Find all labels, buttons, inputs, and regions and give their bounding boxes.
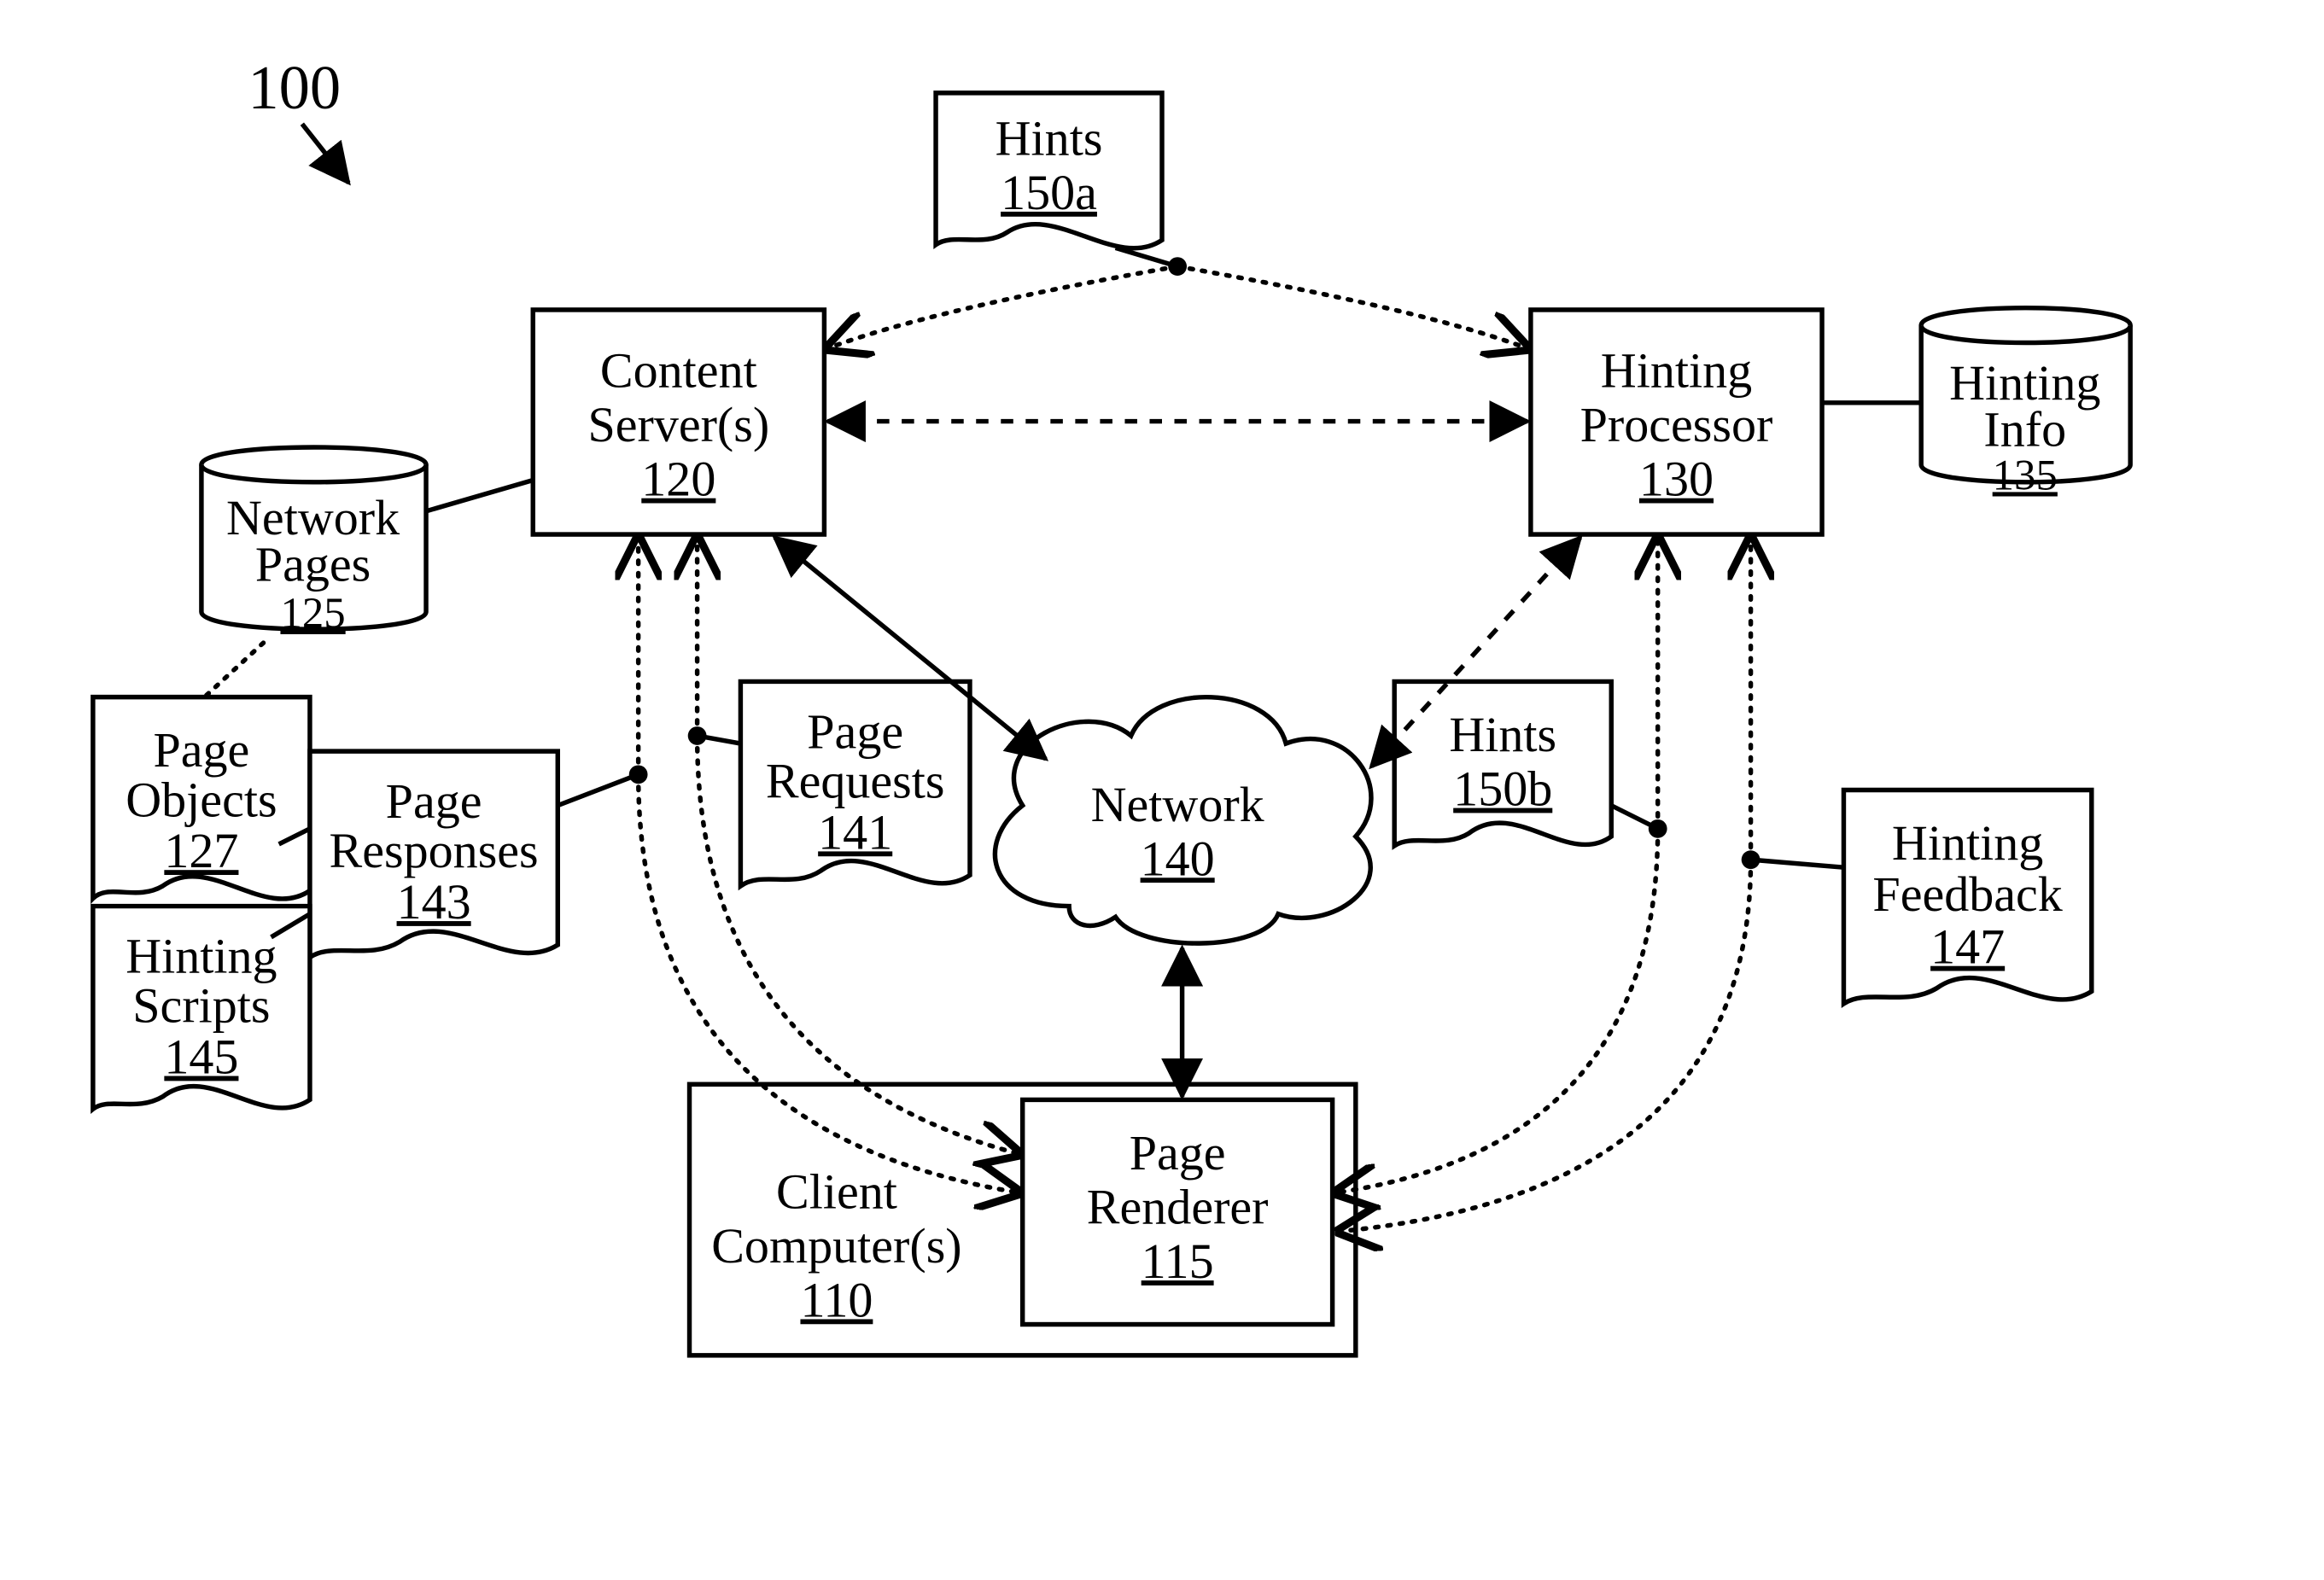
svg-text:Hints: Hints (996, 110, 1103, 166)
diagram-canvas: 100 Content Server(s) 120 Hinting Proces… (0, 0, 2324, 1580)
svg-text:Processor: Processor (1580, 397, 1773, 452)
edge-hints-a (827, 248, 1527, 348)
hinting-processor-box: Hinting Processor 130 (1531, 310, 1822, 534)
edge-pages-servers (426, 481, 533, 511)
hinting-info-db: Hinting Info 135 (1921, 308, 2130, 499)
svg-text:115: 115 (1142, 1233, 1214, 1289)
svg-text:150b: 150b (1453, 761, 1552, 817)
page-responses-doc: Page Responses 143 (310, 751, 558, 957)
figure-label: 100 (248, 53, 348, 183)
svg-text:Page: Page (386, 773, 482, 829)
svg-text:Page: Page (153, 722, 249, 778)
network-cloud: Network 140 (995, 697, 1371, 943)
svg-text:147: 147 (1930, 919, 2005, 975)
edge-feedback (1339, 538, 1844, 1232)
svg-text:Hinting: Hinting (1601, 343, 1752, 399)
svg-text:135: 135 (1993, 451, 2058, 498)
edge-pages-objects (205, 643, 264, 697)
svg-text:120: 120 (641, 452, 715, 507)
hinting-feedback-doc: Hinting Feedback 147 (1843, 790, 2091, 1003)
svg-text:Network: Network (1091, 777, 1265, 832)
svg-text:130: 130 (1639, 452, 1714, 507)
svg-text:141: 141 (818, 804, 892, 860)
hinting-scripts-doc: Hinting Scripts 145 (93, 907, 310, 1110)
svg-text:110: 110 (800, 1272, 873, 1327)
svg-text:140: 140 (1141, 831, 1215, 886)
svg-text:145: 145 (164, 1029, 238, 1085)
svg-text:Computer(s): Computer(s) (711, 1218, 961, 1274)
svg-text:Feedback: Feedback (1872, 866, 2063, 922)
svg-text:Hinting: Hinting (126, 929, 277, 984)
svg-text:Renderer: Renderer (1087, 1180, 1269, 1235)
svg-text:127: 127 (164, 823, 238, 878)
page-requests-doc: Page Requests 141 (740, 681, 970, 886)
svg-text:Page: Page (807, 703, 903, 759)
network-pages-db: Network Pages 125 (201, 447, 426, 637)
svg-text:143: 143 (397, 874, 471, 930)
svg-text:Requests: Requests (766, 754, 945, 809)
svg-text:Objects: Objects (126, 772, 277, 827)
svg-text:Server(s): Server(s) (587, 397, 769, 452)
svg-text:Pages: Pages (255, 536, 371, 592)
svg-text:150a: 150a (1001, 165, 1097, 220)
svg-text:Content: Content (600, 343, 757, 399)
content-servers-box: Content Server(s) 120 (533, 310, 824, 534)
figure-number: 100 (248, 53, 341, 122)
page-objects-doc: Page Objects 127 (93, 697, 310, 899)
svg-text:125: 125 (280, 589, 345, 637)
svg-text:Client: Client (776, 1163, 897, 1219)
svg-text:Page: Page (1130, 1125, 1226, 1181)
edge-hints-b (1335, 538, 1667, 1193)
svg-text:Info: Info (1983, 402, 2066, 458)
svg-text:Responses: Responses (330, 823, 539, 878)
svg-text:Hinting: Hinting (1892, 815, 2043, 871)
hints-a-doc: Hints 150a (936, 93, 1162, 248)
page-renderer-box: Page Renderer 115 (1023, 1099, 1333, 1324)
svg-text:Scripts: Scripts (132, 978, 270, 1034)
svg-text:Hints: Hints (1449, 707, 1556, 762)
